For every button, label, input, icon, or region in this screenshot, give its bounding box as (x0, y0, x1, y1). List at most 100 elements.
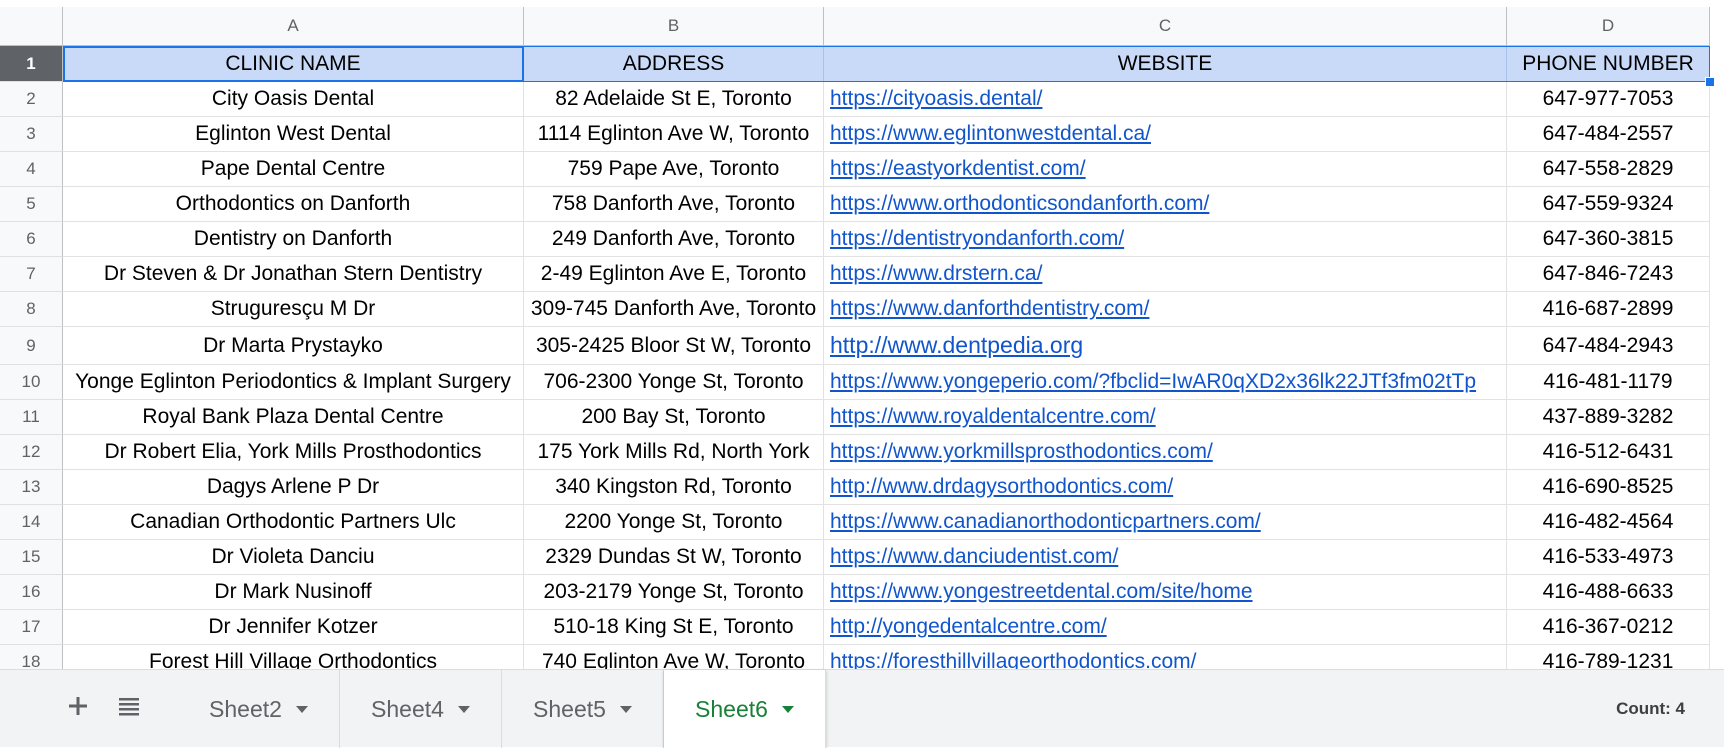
website-link-cell[interactable]: https://www.danciudentist.com/ (824, 540, 1507, 575)
phone-number-cell[interactable]: 416-789-1231 (1507, 645, 1710, 669)
column-header-b[interactable]: B (524, 7, 824, 46)
row-number[interactable]: 2 (0, 82, 63, 117)
website-link-cell[interactable]: http://yongedentalcentre.com/ (824, 610, 1507, 645)
address-cell[interactable]: 340 Kingston Rd, Toronto (524, 470, 824, 505)
address-cell[interactable]: 758 Danforth Ave, Toronto (524, 187, 824, 222)
phone-number-cell[interactable]: 647-558-2829 (1507, 152, 1710, 187)
row-number[interactable]: 7 (0, 257, 63, 292)
dropdown-arrow-icon[interactable] (619, 705, 632, 713)
row-number[interactable]: 15 (0, 540, 63, 575)
website-link-cell[interactable]: https://cityoasis.dental/ (824, 82, 1507, 117)
fill-handle[interactable] (1705, 77, 1715, 87)
clinic-name-cell[interactable]: Dr Jennifer Kotzer (63, 610, 524, 645)
clinic-name-cell[interactable]: Struguresçu M Dr (63, 292, 524, 327)
website-link[interactable]: https://foresthillvillageorthodontics.co… (830, 650, 1197, 669)
row-number[interactable]: 4 (0, 152, 63, 187)
clinic-name-cell[interactable]: Dr Violeta Danciu (63, 540, 524, 575)
website-link[interactable]: http://www.drdagysorthodontics.com/ (830, 475, 1173, 499)
website-link[interactable]: https://www.canadianorthodonticpartners.… (830, 510, 1261, 534)
row-number[interactable]: 16 (0, 575, 63, 610)
website-link[interactable]: https://www.drstern.ca/ (830, 262, 1042, 286)
address-cell[interactable]: 759 Pape Ave, Toronto (524, 152, 824, 187)
dropdown-arrow-icon[interactable] (295, 705, 308, 713)
address-cell[interactable]: 175 York Mills Rd, North York (524, 435, 824, 470)
phone-number-cell[interactable]: 647-484-2943 (1507, 327, 1710, 365)
sheet-tab[interactable]: Sheet6 (664, 670, 826, 748)
website-link[interactable]: https://www.eglintonwestdental.ca/ (830, 122, 1151, 146)
website-link-cell[interactable]: http://www.dentpedia.org (824, 327, 1507, 365)
spreadsheet-grid[interactable]: A B C D 1 CLINIC NAME ADDRESS WEBSITE PH… (0, 0, 1724, 669)
website-link[interactable]: https://www.danciudentist.com/ (830, 545, 1118, 569)
row-number[interactable]: 3 (0, 117, 63, 152)
column-header-a[interactable]: A (63, 7, 524, 46)
website-link-cell[interactable]: https://www.orthodonticsondanforth.com/ (824, 187, 1507, 222)
clinic-name-cell[interactable]: City Oasis Dental (63, 82, 524, 117)
phone-number-cell[interactable]: 416-687-2899 (1507, 292, 1710, 327)
phone-number-cell[interactable]: 647-846-7243 (1507, 257, 1710, 292)
clinic-name-cell[interactable]: Royal Bank Plaza Dental Centre (63, 400, 524, 435)
row-number[interactable]: 1 (0, 46, 63, 82)
phone-number-cell[interactable]: 416-690-8525 (1507, 470, 1710, 505)
address-cell[interactable]: 305-2425 Bloor St W, Toronto (524, 327, 824, 365)
phone-number-cell[interactable]: 416-481-1179 (1507, 365, 1710, 400)
phone-number-cell[interactable]: 647-559-9324 (1507, 187, 1710, 222)
clinic-name-cell[interactable]: Dr Robert Elia, York Mills Prosthodontic… (63, 435, 524, 470)
phone-number-cell[interactable]: 416-533-4973 (1507, 540, 1710, 575)
phone-number-cell[interactable]: 437-889-3282 (1507, 400, 1710, 435)
address-cell[interactable]: 200 Bay St, Toronto (524, 400, 824, 435)
select-all-corner[interactable] (0, 7, 63, 46)
phone-number-cell[interactable]: 416-367-0212 (1507, 610, 1710, 645)
address-cell[interactable]: 309-745 Danforth Ave, Toronto (524, 292, 824, 327)
phone-number-cell[interactable]: 647-484-2557 (1507, 117, 1710, 152)
header-cell-phone-number[interactable]: PHONE NUMBER (1507, 46, 1710, 82)
row-number[interactable]: 5 (0, 187, 63, 222)
dropdown-arrow-icon[interactable] (781, 705, 794, 713)
phone-number-cell[interactable]: 416-488-6633 (1507, 575, 1710, 610)
clinic-name-cell[interactable]: Forest Hill Village Orthodontics (63, 645, 524, 669)
column-header-d[interactable]: D (1507, 7, 1710, 46)
website-link[interactable]: https://www.yorkmillsprosthodontics.com/ (830, 440, 1213, 464)
sheet-tab[interactable]: Sheet5 (502, 670, 664, 748)
website-link[interactable]: https://eastyorkdentist.com/ (830, 157, 1086, 181)
clinic-name-cell[interactable]: Dr Marta Prystayko (63, 327, 524, 365)
website-link[interactable]: http://yongedentalcentre.com/ (830, 615, 1107, 639)
column-header-c[interactable]: C (824, 7, 1507, 46)
sheet-tab[interactable]: Sheet4 (340, 670, 502, 748)
website-link-cell[interactable]: https://www.yongeperio.com/?fbclid=IwAR0… (824, 365, 1507, 400)
phone-number-cell[interactable]: 416-512-6431 (1507, 435, 1710, 470)
website-link-cell[interactable]: https://www.royaldentalcentre.com/ (824, 400, 1507, 435)
website-link-cell[interactable]: https://foresthillvillageorthodontics.co… (824, 645, 1507, 669)
website-link-cell[interactable]: http://www.drdagysorthodontics.com/ (824, 470, 1507, 505)
website-link[interactable]: https://cityoasis.dental/ (830, 87, 1042, 111)
clinic-name-cell[interactable]: Dr Steven & Dr Jonathan Stern Dentistry (63, 257, 524, 292)
row-number[interactable]: 8 (0, 292, 63, 327)
website-link[interactable]: http://www.dentpedia.org (830, 332, 1083, 359)
website-link-cell[interactable]: https://www.drstern.ca/ (824, 257, 1507, 292)
row-number[interactable]: 18 (0, 645, 63, 669)
clinic-name-cell[interactable]: Dagys Arlene P Dr (63, 470, 524, 505)
clinic-name-cell[interactable]: Eglinton West Dental (63, 117, 524, 152)
address-cell[interactable]: 740 Eglinton Ave W, Toronto (524, 645, 824, 669)
website-link[interactable]: https://www.danforthdentistry.com/ (830, 297, 1149, 321)
website-link[interactable]: https://www.yongeperio.com/?fbclid=IwAR0… (830, 370, 1476, 394)
phone-number-cell[interactable]: 647-977-7053 (1507, 82, 1710, 117)
website-link[interactable]: https://dentistryondanforth.com/ (830, 227, 1124, 251)
website-link-cell[interactable]: https://www.eglintonwestdental.ca/ (824, 117, 1507, 152)
phone-number-cell[interactable]: 647-360-3815 (1507, 222, 1710, 257)
website-link[interactable]: https://www.royaldentalcentre.com/ (830, 405, 1156, 429)
clinic-name-cell[interactable]: Orthodontics on Danforth (63, 187, 524, 222)
website-link-cell[interactable]: https://www.danforthdentistry.com/ (824, 292, 1507, 327)
phone-number-cell[interactable]: 416-482-4564 (1507, 505, 1710, 540)
clinic-name-cell[interactable]: Dr Mark Nusinoff (63, 575, 524, 610)
website-link-cell[interactable]: https://dentistryondanforth.com/ (824, 222, 1507, 257)
website-link-cell[interactable]: https://eastyorkdentist.com/ (824, 152, 1507, 187)
website-link-cell[interactable]: https://www.canadianorthodonticpartners.… (824, 505, 1507, 540)
row-number[interactable]: 6 (0, 222, 63, 257)
row-number[interactable]: 9 (0, 327, 63, 365)
header-cell-website[interactable]: WEBSITE (824, 46, 1507, 82)
header-cell-clinic-name[interactable]: CLINIC NAME (63, 46, 524, 82)
header-cell-address[interactable]: ADDRESS (524, 46, 824, 82)
add-sheet-button[interactable] (60, 688, 96, 724)
sheet-tab[interactable]: Sheet2 (178, 670, 340, 748)
row-number[interactable]: 11 (0, 400, 63, 435)
